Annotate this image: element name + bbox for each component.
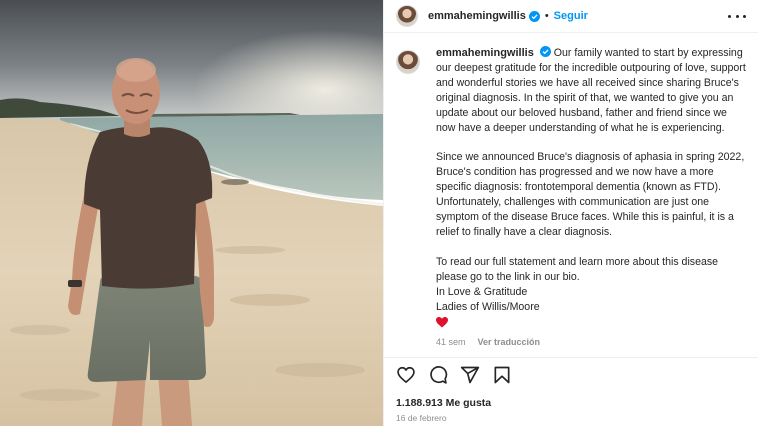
- follow-button[interactable]: Seguir: [554, 10, 588, 22]
- verified-badge-icon: [528, 10, 540, 22]
- see-translation-link[interactable]: Ver traducción: [478, 335, 541, 350]
- post-photo[interactable]: [0, 0, 383, 426]
- post-time-ago: 41 sem: [436, 336, 466, 347]
- likes-count[interactable]: 1.188.913 Me gusta: [396, 397, 491, 409]
- caption-block: emmahemingwillis Our family wanted to st…: [396, 46, 748, 347]
- share-icon[interactable]: [460, 365, 480, 385]
- bookmark-icon[interactable]: [492, 365, 512, 385]
- comment-icon[interactable]: [428, 365, 448, 385]
- red-heart-emoji: [436, 316, 448, 327]
- username-link[interactable]: emmahemingwillis: [428, 10, 526, 22]
- header-separator: •: [544, 10, 549, 22]
- heart-icon[interactable]: [396, 365, 416, 385]
- avatar[interactable]: [396, 5, 418, 27]
- caption-text: emmahemingwillis Our family wanted to st…: [436, 46, 748, 347]
- post-date: 16 de febrero: [396, 413, 447, 423]
- caption-paragraph-3: To read our full statement and learn mor…: [436, 255, 719, 313]
- caption-meta: 41 sem Ver traducción: [436, 335, 748, 350]
- caption-paragraph-2: Since we announced Bruce's diagnosis of …: [436, 151, 745, 238]
- caption-username-link[interactable]: emmahemingwillis: [436, 47, 534, 59]
- post-details-panel: emmahemingwillis • Seguir emmahemingwill…: [383, 0, 758, 426]
- more-options-icon[interactable]: [728, 10, 746, 22]
- caption-avatar[interactable]: [396, 50, 420, 74]
- caption-paragraph-1: Our family wanted to start by expressing…: [436, 47, 746, 134]
- verified-badge-icon: [539, 46, 551, 57]
- beach-photo-image: [0, 0, 383, 426]
- post-header: emmahemingwillis • Seguir: [384, 0, 758, 33]
- action-bar: [384, 357, 758, 391]
